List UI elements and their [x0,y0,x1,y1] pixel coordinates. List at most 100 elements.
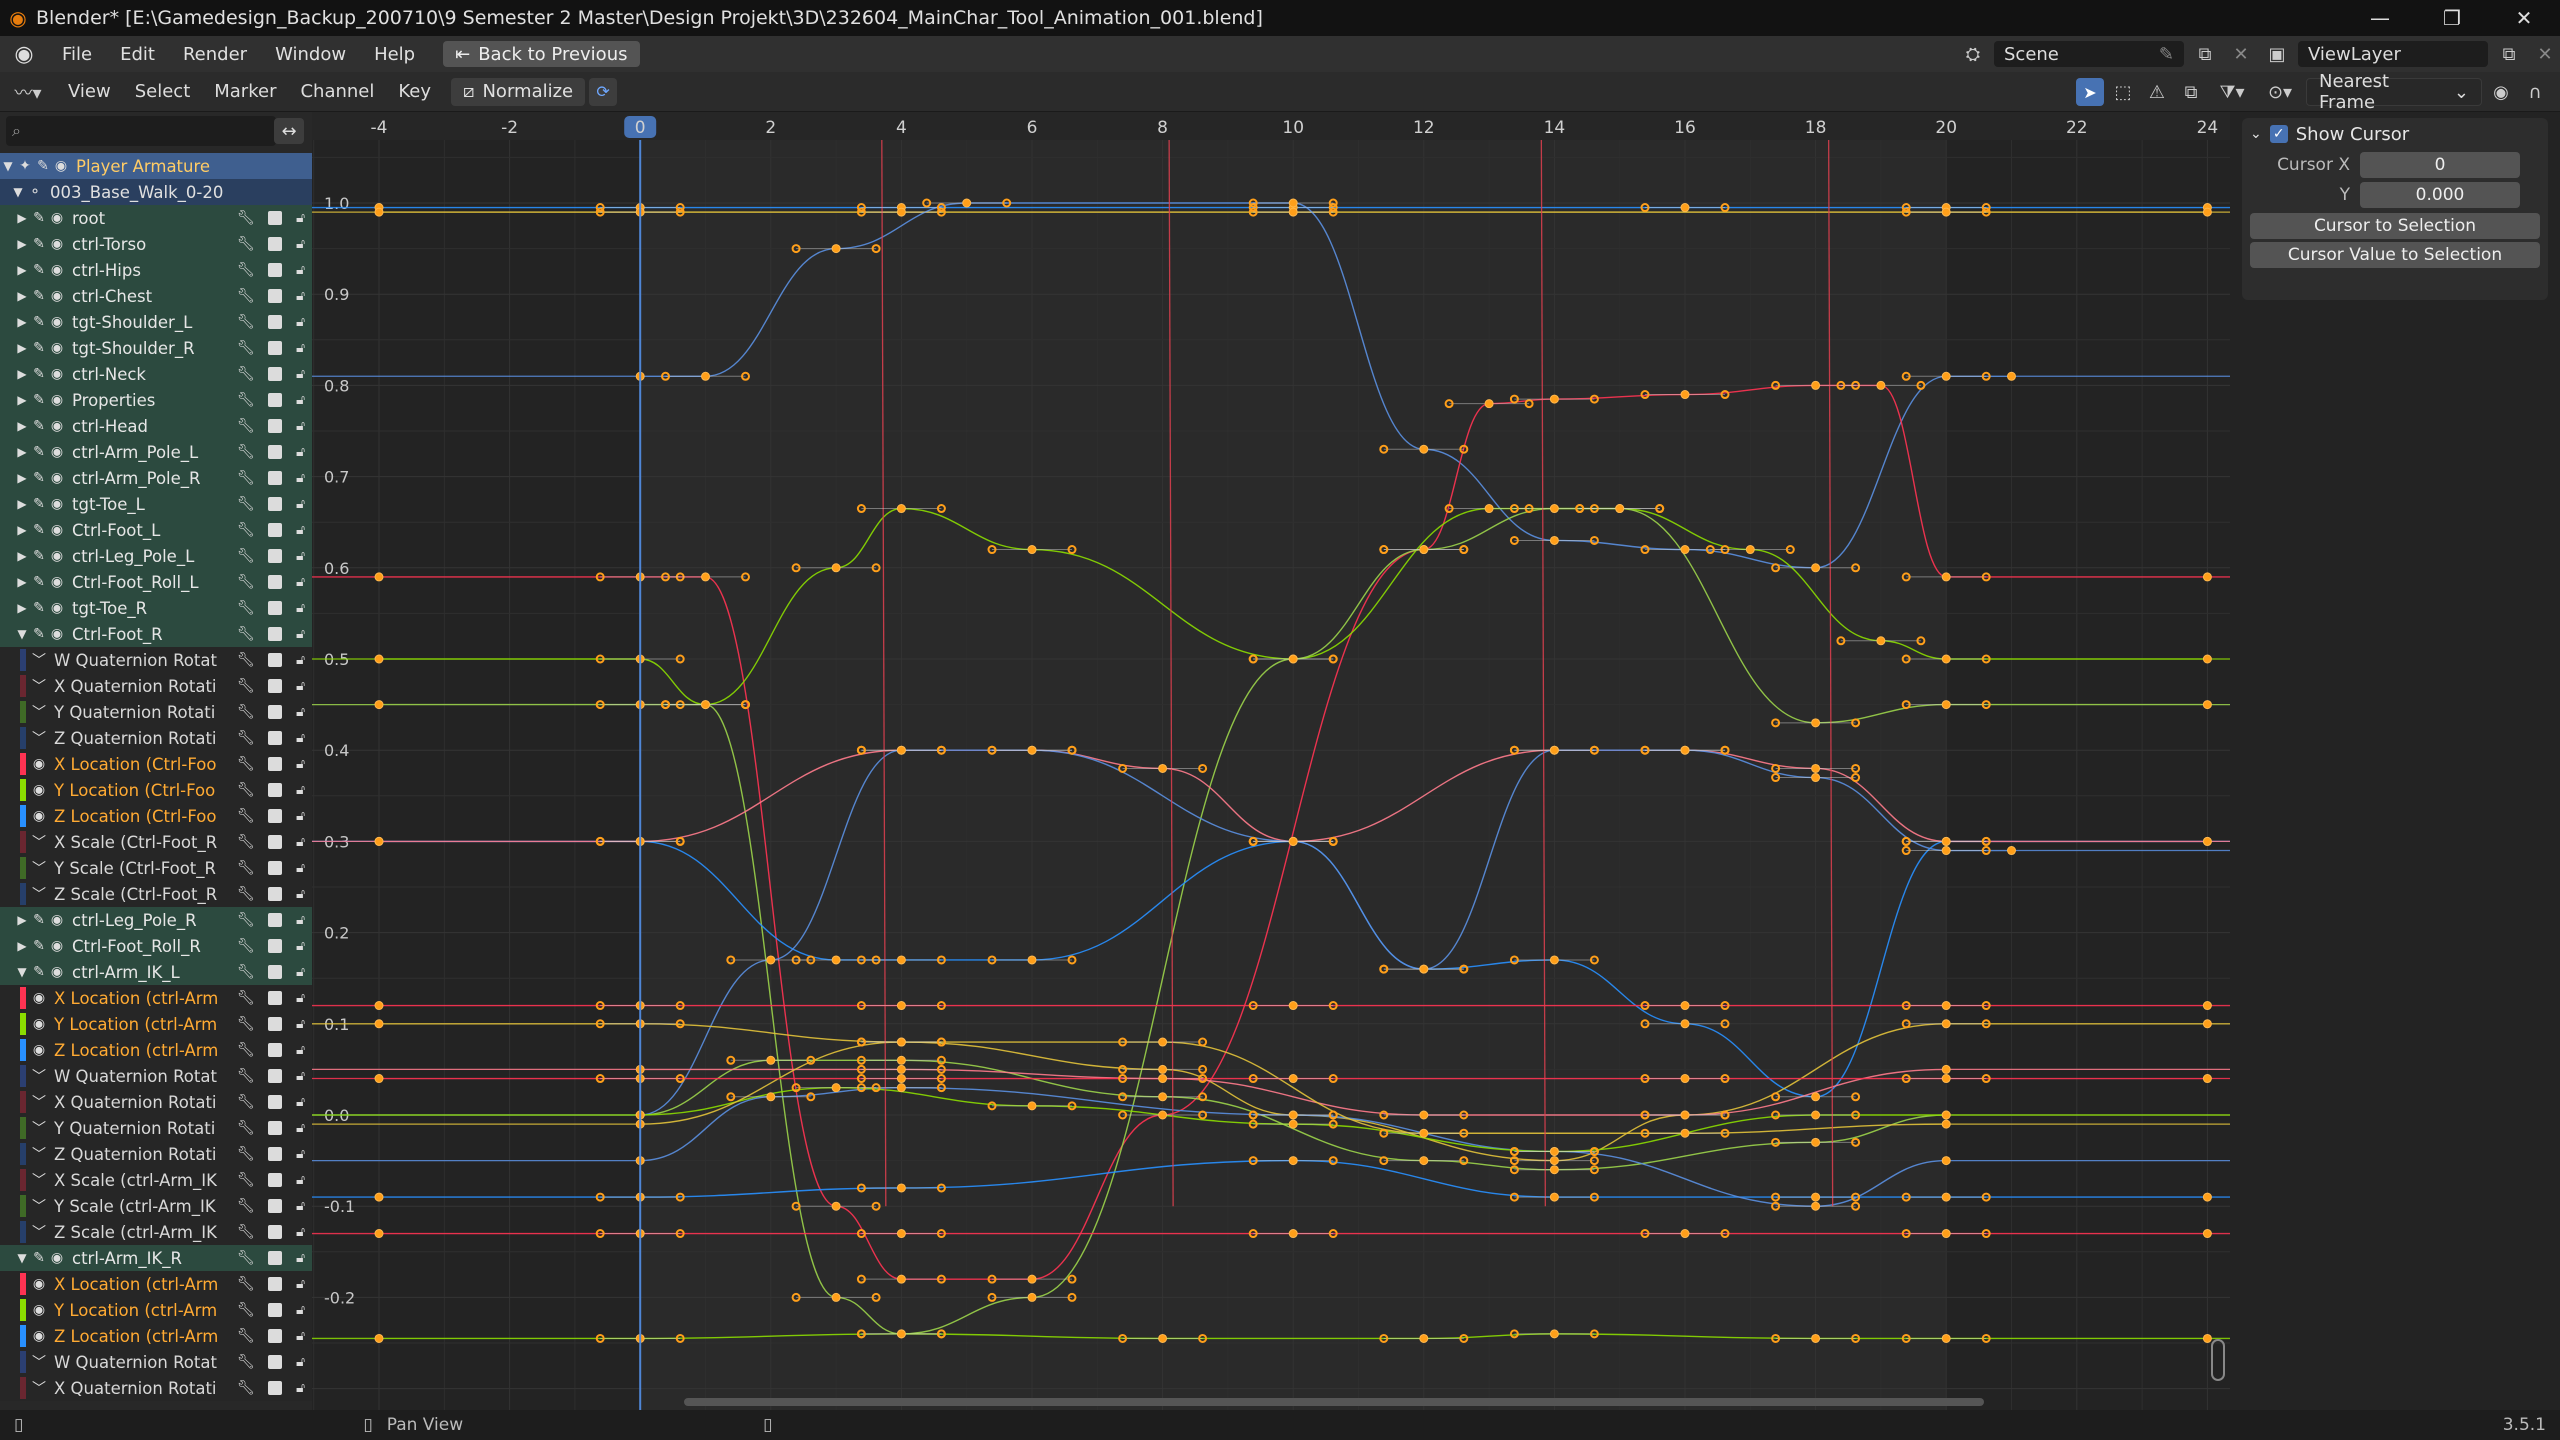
keyframe-point[interactable] [374,1074,384,1084]
channel-row-group[interactable]: ▶ ✎ ◉ ctrl-Arm_Pole_L 🔧︎ 🔓︎ [0,439,312,465]
lock-icon[interactable]: 🔓︎ [296,1354,305,1370]
modifier-wrench-icon[interactable]: 🔧︎ [237,574,255,590]
modifier-wrench-icon[interactable]: 🔧︎ [237,782,255,798]
curve-icon[interactable]: ﹀ [30,676,48,696]
channel-row-group[interactable]: ▶ ✎ ◉ tgt-Shoulder_R 🔧︎ 🔓︎ [0,335,312,361]
keyframe-point[interactable] [896,1037,906,1047]
auto-normalize-icon[interactable]: ⟳ [589,77,618,106]
lock-icon[interactable]: 🔓︎ [296,210,305,226]
keyframe-point[interactable] [2202,1192,2212,1202]
only-errors-icon[interactable]: ⚠ [2142,79,2172,105]
pin-icon[interactable]: ✎ [30,626,48,642]
mute-checkbox[interactable] [268,1381,283,1395]
channel-row-fcurve[interactable]: ﹀ Z Scale (Ctrl-Foot_R 🔧︎ 🔓︎ [0,881,312,907]
eye-icon[interactable]: ◉ [52,158,70,174]
curve-icon[interactable]: ﹀ [30,702,48,722]
mute-checkbox[interactable] [268,1121,283,1135]
keyframe-point[interactable] [2202,654,2212,664]
keyframe-point[interactable] [766,1055,776,1065]
keyframe-point[interactable] [1811,1192,1821,1202]
modifier-wrench-icon[interactable]: 🔧︎ [237,548,255,564]
eye-icon[interactable]: ◉ [48,600,66,616]
show-cursor-header[interactable]: ⌄ ✓ Show Cursor [2242,118,2548,150]
eye-icon[interactable]: ◉ [48,548,66,564]
keyframe-point[interactable] [1941,846,1951,856]
eye-icon[interactable]: ◉ [48,1250,66,1266]
lock-icon[interactable]: 🔓︎ [296,366,305,382]
keyframe-point[interactable] [374,207,384,217]
mute-checkbox[interactable] [268,1043,283,1057]
chevron-down-icon[interactable]: ⌄ [2250,126,2262,142]
only-selected-icon[interactable]: ➤ [2076,78,2104,106]
mute-checkbox[interactable] [268,1147,283,1161]
lock-icon[interactable]: 🔓︎ [296,834,305,850]
keyframe-point[interactable] [896,1329,906,1339]
fcurve-steep[interactable] [881,139,887,1207]
view-layer-field[interactable]: ViewLayer [2298,41,2488,67]
cursor-to-selection-button[interactable]: Cursor to Selection [2250,213,2540,239]
pin-icon[interactable]: ✎ [30,522,48,538]
expand-icon[interactable]: ▶ [14,575,30,589]
mute-checkbox[interactable] [268,471,283,485]
keyframe-point[interactable] [1288,1001,1298,1011]
expand-icon[interactable]: ▶ [14,601,30,615]
expand-icon[interactable]: ▶ [14,939,30,953]
proportional-edit-icon[interactable]: ◉ [2486,79,2516,105]
channel-row-group[interactable]: ▼ ✎ ◉ ctrl-Arm_IK_R 🔧︎ 🔓︎ [0,1245,312,1271]
keyframe-point[interactable] [1680,390,1690,400]
mute-checkbox[interactable] [268,237,283,251]
eye-icon[interactable]: ◉ [30,756,48,772]
channel-row-group[interactable]: ▶ ✎ ◉ ctrl-Chest 🔧︎ 🔓︎ [0,283,312,309]
lock-icon[interactable]: 🔓︎ [296,444,305,460]
keyframe-point[interactable] [831,1201,841,1211]
channel-row-fcurve[interactable]: ◉ Z Location (ctrl-Arm 🔧︎ 🔓︎ [0,1037,312,1063]
keyframe-point[interactable] [766,955,776,965]
header-menu-view[interactable]: View [56,81,123,102]
fcurve-steep[interactable] [1168,139,1174,1207]
channel-row-fcurve[interactable]: ◉ X Location (ctrl-Arm 🔧︎ 🔓︎ [0,1271,312,1297]
lock-icon[interactable]: 🔓︎ [296,1250,305,1266]
keyframe-point[interactable] [1811,1110,1821,1120]
eye-icon[interactable]: ◉ [48,236,66,252]
expand-icon[interactable]: ▶ [14,497,30,511]
keyframe-point[interactable] [896,1064,906,1074]
keyframe-point[interactable] [1027,1292,1037,1302]
pivot-icon[interactable]: ⊙▾ [2258,79,2302,105]
curve-icon[interactable]: ﹀ [30,884,48,904]
keyframe-point[interactable] [1941,1019,1951,1029]
keyframe-point[interactable] [2202,207,2212,217]
curve-icon[interactable]: ﹀ [30,1118,48,1138]
keyframe-point[interactable] [1941,1064,1951,1074]
modifier-wrench-icon[interactable]: 🔧︎ [237,678,255,694]
modifier-wrench-icon[interactable]: 🔧︎ [237,704,255,720]
eye-icon[interactable]: ◉ [48,522,66,538]
expand-icon[interactable]: ▼ [14,965,30,979]
expand-icon[interactable]: ▶ [14,211,30,225]
keyframe-point[interactable] [1615,504,1625,514]
mute-checkbox[interactable] [268,419,283,433]
pin-icon[interactable]: ✎ [30,574,48,590]
keyframe-point[interactable] [1680,1019,1690,1029]
mute-checkbox[interactable] [268,1199,283,1213]
pin-icon[interactable]: ✎ [30,392,48,408]
channel-row-group[interactable]: ▶ ✎ ◉ Properties 🔧︎ 🔓︎ [0,387,312,413]
lock-icon[interactable]: 🔓︎ [296,236,305,252]
header-menu-select[interactable]: Select [123,81,203,102]
eye-icon[interactable]: ◉ [48,964,66,980]
lock-icon[interactable]: 🔓︎ [296,314,305,330]
curve-icon[interactable]: ﹀ [30,1196,48,1216]
lock-icon[interactable]: 🔓︎ [296,1120,305,1136]
cursor-x-field[interactable]: 0 [2360,152,2520,178]
expand-icon[interactable]: ▼ [14,627,30,641]
keyframe-point[interactable] [1876,636,1886,646]
mute-checkbox[interactable] [268,887,283,901]
keyframe-point[interactable] [2007,371,2016,381]
keyframe-point[interactable] [1811,1092,1821,1102]
channel-row-fcurve[interactable]: ◉ X Location (Ctrl-Foo 🔧︎ 🔓︎ [0,751,312,777]
expand-icon[interactable]: ▶ [14,445,30,459]
mute-checkbox[interactable] [268,1095,283,1109]
keyframe-point[interactable] [1680,545,1690,555]
keyframe-point[interactable] [962,198,972,208]
pin-icon[interactable]: ✎ [30,288,48,304]
modifier-wrench-icon[interactable]: 🔧︎ [237,522,255,538]
